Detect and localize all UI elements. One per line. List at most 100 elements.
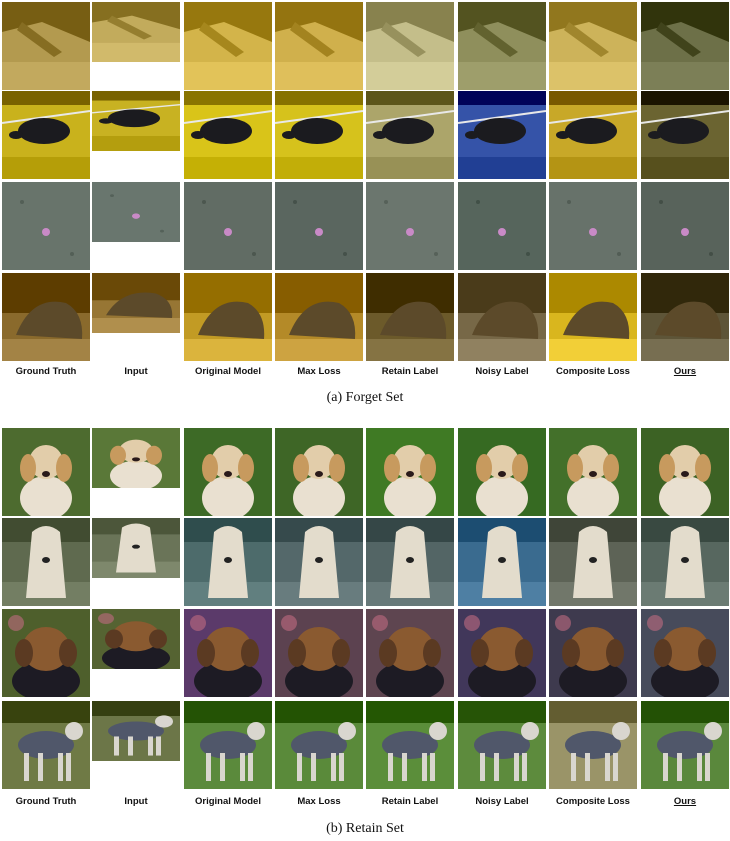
image-cell [549,701,637,789]
image-cell [2,91,90,179]
column-label: Noisy Label [475,366,529,377]
figure-thumbnail [549,701,637,789]
figure-thumbnail [275,2,363,90]
image-cell [2,701,90,789]
figure-thumbnail [275,609,363,697]
figure-thumbnail [641,428,729,516]
column-label: Ours [673,796,697,807]
figure-thumbnail [92,91,180,151]
figure-thumbnail [92,518,180,578]
image-cell [366,428,454,516]
figure-thumbnail [458,2,546,90]
figure-thumbnail [641,518,729,606]
figure-thumbnail [366,273,454,361]
image-cell [184,182,272,270]
figure-thumbnail [458,518,546,606]
image-cell [458,518,546,606]
figure-thumbnail [92,182,180,242]
figure-thumbnail [641,91,729,179]
image-cell [275,2,363,90]
image-cell [2,428,90,516]
figure-thumbnail [641,273,729,361]
image-cell [275,428,363,516]
figure-thumbnail [92,2,180,62]
image-cell [184,428,272,516]
image-cell [275,182,363,270]
image-cell [641,518,729,606]
image-cell [92,701,180,789]
figure-thumbnail [549,609,637,697]
column-label: Max Loss [297,366,341,377]
figure-thumbnail [92,609,180,669]
column-label: Input [124,366,148,377]
image-cell [366,182,454,270]
figure-thumbnail [641,2,729,90]
figure-thumbnail [92,273,180,333]
image-cell [458,182,546,270]
figure-thumbnail [458,609,546,697]
figure-thumbnail [458,273,546,361]
image-cell [2,518,90,606]
figure-thumbnail [366,609,454,697]
figure-thumbnail [92,428,180,488]
column-label: Retain Label [381,366,439,377]
image-cell [641,701,729,789]
figure-thumbnail [366,91,454,179]
image-cell [366,91,454,179]
figure-thumbnail [275,182,363,270]
figure-thumbnail [549,182,637,270]
image-cell [275,273,363,361]
image-cell [366,518,454,606]
column-label: Ground Truth [15,366,77,377]
image-cell [458,428,546,516]
figure-thumbnail [366,428,454,516]
image-cell [2,182,90,270]
figure-thumbnail [458,701,546,789]
figure-thumbnail [184,609,272,697]
image-cell [184,701,272,789]
column-label: Original Model [195,366,261,377]
figure-thumbnail [2,273,90,361]
figure-thumbnail [275,518,363,606]
image-cell [184,91,272,179]
image-cell [549,273,637,361]
figure-thumbnail [184,182,272,270]
column-label: Retain Label [381,796,439,807]
figure-thumbnail [2,518,90,606]
image-cell [366,2,454,90]
column-label: Composite Loss [556,366,630,377]
figure-thumbnail [275,428,363,516]
figure-thumbnail [641,182,729,270]
image-cell [549,91,637,179]
section-caption: (b) Retain Set [326,821,404,836]
figure-thumbnail [458,428,546,516]
column-label: Input [124,796,148,807]
image-cell [2,609,90,697]
image-cell [641,182,729,270]
image-cell [92,91,180,179]
image-cell [2,273,90,361]
figure-thumbnail [184,518,272,606]
image-cell [641,428,729,516]
figure-thumbnail [366,2,454,90]
figure-thumbnail [549,2,637,90]
image-cell [641,609,729,697]
figure-thumbnail [641,701,729,789]
image-cell [458,273,546,361]
figure-thumbnail [458,91,546,179]
image-cell [549,609,637,697]
figure-thumbnail [2,609,90,697]
image-cell [549,182,637,270]
figure-thumbnail [2,701,90,789]
image-cell [458,609,546,697]
figure-thumbnail [275,273,363,361]
figure-thumbnail [275,701,363,789]
column-label: Ours [673,366,697,377]
figure-thumbnail [549,273,637,361]
image-cell [549,518,637,606]
image-cell [458,701,546,789]
image-cell [366,609,454,697]
figure-thumbnail [458,182,546,270]
image-cell [366,273,454,361]
figure-thumbnail [184,428,272,516]
